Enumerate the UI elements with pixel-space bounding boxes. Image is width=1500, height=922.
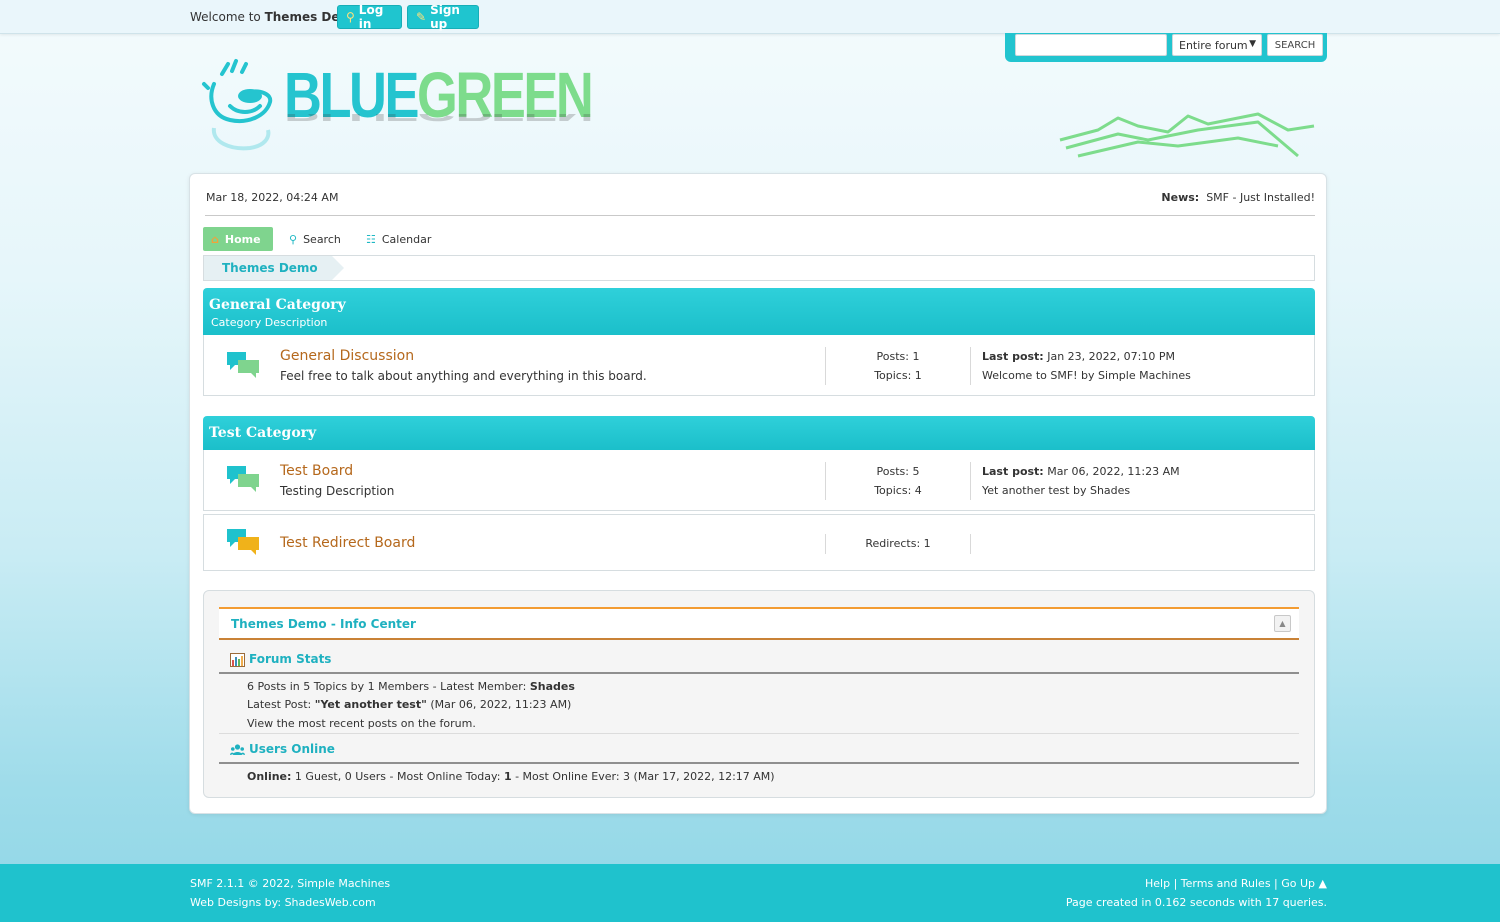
board-name[interactable]: Test Board xyxy=(280,463,353,479)
users-online-title[interactable]: Users Online xyxy=(249,742,335,756)
board-stats: Posts: 5 Topics: 4 xyxy=(825,462,971,500)
category-title[interactable]: General Category xyxy=(209,297,346,313)
search-scope-value: Entire forum xyxy=(1179,38,1248,52)
menu-home-label: Home xyxy=(224,232,261,246)
menu-calendar-label: Calendar xyxy=(381,232,432,246)
site-logo[interactable]: BLUEGREEN BLUEGREEN xyxy=(200,58,594,158)
info-center-title: Themes Demo - Info Center xyxy=(231,617,416,631)
board-icon xyxy=(227,352,259,378)
info-center-header: Themes Demo - Info Center ▲ xyxy=(219,607,1299,640)
current-date: Mar 18, 2022, 04:24 AM xyxy=(206,191,339,204)
board-description: Testing Description xyxy=(280,484,395,498)
login-label: Log in xyxy=(358,3,384,31)
menu-item-search[interactable]: ⚲ Search xyxy=(281,227,349,251)
login-button[interactable]: ⚲ Log in xyxy=(337,3,402,31)
footer-links[interactable]: Help | Terms and Rules | Go Up ▲ xyxy=(1145,877,1327,890)
search-button[interactable]: SEARCH xyxy=(1267,34,1323,56)
category-title[interactable]: Test Category xyxy=(209,425,316,441)
search-icon: ⚲ xyxy=(289,232,298,246)
board-last-post-link[interactable]: Welcome to SMF! by Simple Machines xyxy=(982,369,1191,382)
calendar-icon: ☷ xyxy=(366,232,376,246)
bar-chart-icon xyxy=(230,653,245,667)
board-row: General Discussion Feel free to talk abo… xyxy=(203,335,1315,396)
category-header: General Category Category Description xyxy=(203,288,1315,335)
home-icon: ⌂ xyxy=(211,232,219,246)
forum-stats-header: Forum Stats xyxy=(219,644,1299,674)
board-redirects: Redirects: 1 xyxy=(865,537,931,550)
menu-item-calendar[interactable]: ☷ Calendar xyxy=(358,227,439,251)
date-news-bar: Mar 18, 2022, 04:24 AM News: SMF - Just … xyxy=(205,174,1315,216)
menu-item-home[interactable]: ⌂ Home xyxy=(203,227,273,251)
page-generation-time: Page created in 0.162 seconds with 17 qu… xyxy=(1065,896,1327,909)
forum-stats-title[interactable]: Forum Stats xyxy=(249,652,331,666)
pencil-icon: ✎ xyxy=(416,10,427,24)
board-name[interactable]: General Discussion xyxy=(280,348,414,364)
designer-credit-link[interactable]: Web Designs by: ShadesWeb.com xyxy=(190,896,376,909)
search-input[interactable] xyxy=(1015,34,1167,56)
breadcrumb: Themes Demo xyxy=(203,255,1315,281)
board-last-post-link[interactable]: Yet another test by Shades xyxy=(982,484,1130,497)
search-box: Entire forum ▼ SEARCH xyxy=(1005,33,1327,62)
board-description: Feel free to talk about anything and eve… xyxy=(280,369,647,383)
latest-member-link[interactable]: Shades xyxy=(530,680,575,693)
chevron-down-icon: ▼ xyxy=(1249,39,1256,49)
board-stats: Redirects: 1 xyxy=(825,534,971,554)
board-last-post: Last post: Jan 23, 2022, 07:10 PM xyxy=(982,350,1175,363)
stats-summary: 6 Posts in 5 Topics by 1 Members - Lates… xyxy=(247,680,575,693)
redirect-board-icon xyxy=(227,529,259,555)
board-row: Test Board Testing Description Posts: 5 … xyxy=(203,450,1315,511)
users-online-header: Users Online xyxy=(219,734,1299,764)
main-content: Mar 18, 2022, 04:24 AM News: SMF - Just … xyxy=(189,173,1327,814)
mountains-decoration-icon xyxy=(1059,112,1315,158)
users-icon xyxy=(230,744,245,755)
collapse-toggle-icon[interactable]: ▲ xyxy=(1274,615,1291,632)
logo-reflection: BLUEGREEN xyxy=(284,114,591,126)
breadcrumb-item[interactable]: Themes Demo xyxy=(204,256,344,280)
board-stats: Posts: 1 Topics: 1 xyxy=(825,347,971,385)
info-center: Themes Demo - Info Center ▲ Forum Stats … xyxy=(203,590,1315,798)
board-posts: Posts: 1 xyxy=(876,350,920,363)
menu-search-label: Search xyxy=(303,232,341,246)
search-scope-select[interactable]: Entire forum ▼ xyxy=(1172,34,1262,56)
signup-button[interactable]: ✎ Sign up xyxy=(407,3,479,31)
mascot-logo-icon xyxy=(202,59,273,151)
news-ticker: News: SMF - Just Installed! xyxy=(1161,191,1315,204)
board-row-redirect: Test Redirect Board Redirects: 1 xyxy=(203,514,1315,571)
board-icon xyxy=(227,466,259,492)
copyright-link[interactable]: SMF 2.1.1 © 2022, Simple Machines xyxy=(190,877,390,890)
key-icon: ⚲ xyxy=(346,10,355,24)
board-last-post: Last post: Mar 06, 2022, 11:23 AM xyxy=(982,465,1180,478)
signup-label: Sign up xyxy=(430,3,460,31)
latest-post: Latest Post: "Yet another test" (Mar 06,… xyxy=(247,698,572,711)
online-summary: Online: 1 Guest, 0 Users - Most Online T… xyxy=(247,770,775,783)
category-description: Category Description xyxy=(211,316,328,329)
category-header: Test Category xyxy=(203,416,1315,450)
top-bar: Welcome to Themes Demo. ⚲ Log in ✎ Sign … xyxy=(0,0,1500,34)
latest-post-link[interactable]: "Yet another test" xyxy=(315,698,427,711)
board-posts: Posts: 5 xyxy=(876,465,920,478)
footer: SMF 2.1.1 © 2022, Simple Machines Web De… xyxy=(0,864,1500,922)
board-name[interactable]: Test Redirect Board xyxy=(280,535,415,551)
board-topics: Topics: 4 xyxy=(874,484,922,497)
recent-posts-link[interactable]: View the most recent posts on the forum. xyxy=(247,717,476,730)
board-topics: Topics: 1 xyxy=(874,369,922,382)
